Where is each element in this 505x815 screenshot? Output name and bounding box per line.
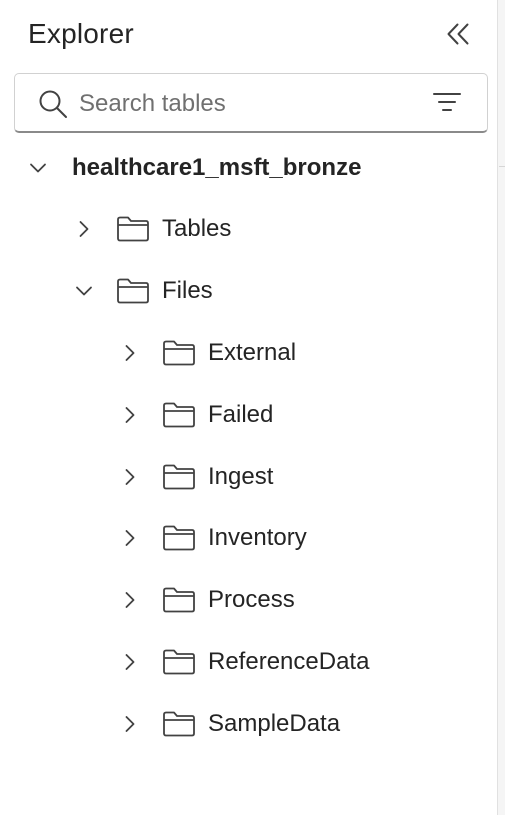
adjacent-pane-edge [498,0,505,815]
tree-item-tables-label: Tables [162,215,232,242]
divider [499,166,505,167]
chevron-down-icon[interactable] [28,158,48,178]
folder-icon [162,463,196,491]
tree-item-label: ReferenceData [208,648,370,675]
folder-icon [162,586,196,614]
tree-item-label: Failed [208,401,274,428]
tree-item-label: SampleData [208,710,341,737]
tree-item-folder[interactable]: SampleData [120,700,340,748]
tree-item-label: External [208,339,297,366]
tree-item-folder[interactable]: Process [120,576,295,624]
chevron-right-icon[interactable] [120,590,140,610]
search-box [14,73,488,133]
folder-icon [162,339,196,367]
explorer-pane: Explorer Search tables healthcare1_msft_… [0,0,498,815]
tree-item-label: Ingest [208,463,274,490]
tree-item-files-label: Files [162,277,213,304]
search-tables-input[interactable] [79,86,419,122]
chevron-down-icon[interactable] [74,281,94,301]
chevron-right-icon[interactable] [120,714,140,734]
folder-icon [162,524,196,552]
chevron-right-icon[interactable] [120,405,140,425]
chevron-right-icon[interactable] [120,343,140,363]
filter-icon [432,90,462,119]
explorer-title: Explorer [28,18,134,49]
folder-icon [116,215,150,243]
folder-icon [162,710,196,738]
tree-item-root[interactable]: healthcare1_msft_bronze [28,144,361,192]
chevron-right-icon[interactable] [120,467,140,487]
explorer-header: Explorer [28,14,134,54]
tree-item-tables[interactable]: Tables [74,205,231,253]
tree-item-folder[interactable]: ReferenceData [120,638,369,686]
folder-icon [162,401,196,429]
tree-item-label: Inventory [208,524,307,551]
chevron-right-icon[interactable] [74,219,94,239]
tree-item-root-label: healthcare1_msft_bronze [72,154,362,181]
chevron-right-icon[interactable] [120,528,140,548]
search-icon [37,88,69,120]
tree-item-folder[interactable]: Inventory [120,514,307,562]
tree-item-folder[interactable]: Failed [120,391,273,439]
folder-icon [116,277,150,305]
collapse-pane-button[interactable] [440,18,476,54]
double-chevron-left-icon [445,21,471,52]
tree-item-folder[interactable]: External [120,329,296,377]
tree-item-folder[interactable]: Ingest [120,453,273,501]
tree-item-label: Process [208,586,295,613]
chevron-right-icon[interactable] [120,652,140,672]
filter-button[interactable] [429,86,465,122]
tree-item-files[interactable]: Files [74,267,213,315]
folder-icon [162,648,196,676]
